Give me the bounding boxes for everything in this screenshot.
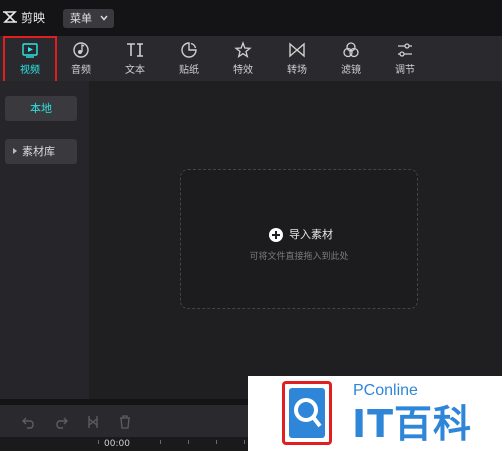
- sidebar-item-library[interactable]: 素材库: [5, 139, 77, 164]
- filter-circles-icon: [343, 42, 359, 58]
- undo-icon[interactable]: [22, 415, 36, 429]
- playhead-marker: [98, 440, 99, 444]
- tab-transition[interactable]: 转场: [270, 36, 324, 81]
- app-logo-icon: [3, 11, 17, 23]
- text-ti-icon: [127, 43, 143, 57]
- ruler-tick: [216, 440, 217, 444]
- tab-sticker-label: 贴纸: [179, 65, 199, 76]
- sticker-icon: [181, 42, 197, 58]
- import-dropzone[interactable]: 导入素材 可将文件直接拖入到此处: [180, 169, 418, 309]
- sidebar-item-library-label: 素材库: [22, 145, 55, 158]
- tab-adjust-label: 调节: [395, 65, 415, 76]
- sparkle-star-icon: [234, 41, 252, 58]
- tab-sticker[interactable]: 贴纸: [162, 36, 216, 81]
- ruler-tick: [160, 440, 161, 444]
- expand-triangle-icon: [13, 148, 17, 154]
- tab-effects-label: 特效: [233, 65, 253, 76]
- menu-label: 菜单: [70, 12, 92, 25]
- tab-video[interactable]: 视频: [3, 36, 57, 81]
- tab-audio[interactable]: 音频: [54, 36, 108, 81]
- watermark-logo: [282, 381, 332, 445]
- delete-icon[interactable]: [118, 415, 132, 429]
- plus-icon: [269, 228, 283, 242]
- media-toolbar: 视频 音频 文本 贴纸 特效 转场 滤镜 调节: [0, 36, 502, 81]
- app-name: 剪映: [21, 11, 46, 25]
- transition-bowtie-icon: [289, 42, 305, 58]
- drop-hint: 可将文件直接拖入到此处: [249, 252, 349, 262]
- tab-transition-label: 转场: [287, 65, 307, 76]
- tab-filter-label: 滤镜: [341, 65, 361, 76]
- menu-dropdown[interactable]: 菜单: [63, 9, 114, 28]
- chevron-down-icon: [100, 15, 108, 21]
- ruler-tick: [188, 440, 189, 444]
- tab-video-label: 视频: [20, 65, 40, 76]
- watermark-brand: PConline: [353, 382, 418, 399]
- tab-audio-label: 音频: [71, 65, 91, 76]
- tab-filter[interactable]: 滤镜: [324, 36, 378, 81]
- timeline-toolbar: [0, 405, 260, 437]
- sidebar-item-local[interactable]: 本地: [5, 96, 77, 121]
- tab-text-label: 文本: [125, 65, 145, 76]
- ruler-tick: [244, 440, 245, 444]
- tab-text[interactable]: 文本: [108, 36, 162, 81]
- split-icon[interactable]: [86, 415, 100, 429]
- title-bar: 剪映 菜单: [0, 0, 502, 36]
- timecode: 00:00: [104, 439, 130, 449]
- tab-effects[interactable]: 特效: [216, 36, 270, 81]
- material-panel: 导入素材 可将文件直接拖入到此处: [90, 81, 502, 399]
- watermark: PConline IT百科: [248, 376, 502, 451]
- magnifier-icon: [294, 398, 322, 428]
- music-note-icon: [73, 42, 89, 58]
- video-play-icon: [22, 43, 38, 58]
- sidebar-item-local-label: 本地: [30, 102, 52, 115]
- timeline-ruler[interactable]: 00:00: [0, 437, 260, 451]
- redo-icon[interactable]: [54, 415, 68, 429]
- watermark-text: IT百科: [352, 402, 473, 446]
- watermark-logo-fill: [289, 388, 325, 438]
- sliders-icon: [398, 43, 412, 57]
- material-sidebar: 本地 素材库: [0, 81, 89, 399]
- tab-adjust[interactable]: 调节: [378, 36, 432, 81]
- import-label: 导入素材: [289, 228, 333, 241]
